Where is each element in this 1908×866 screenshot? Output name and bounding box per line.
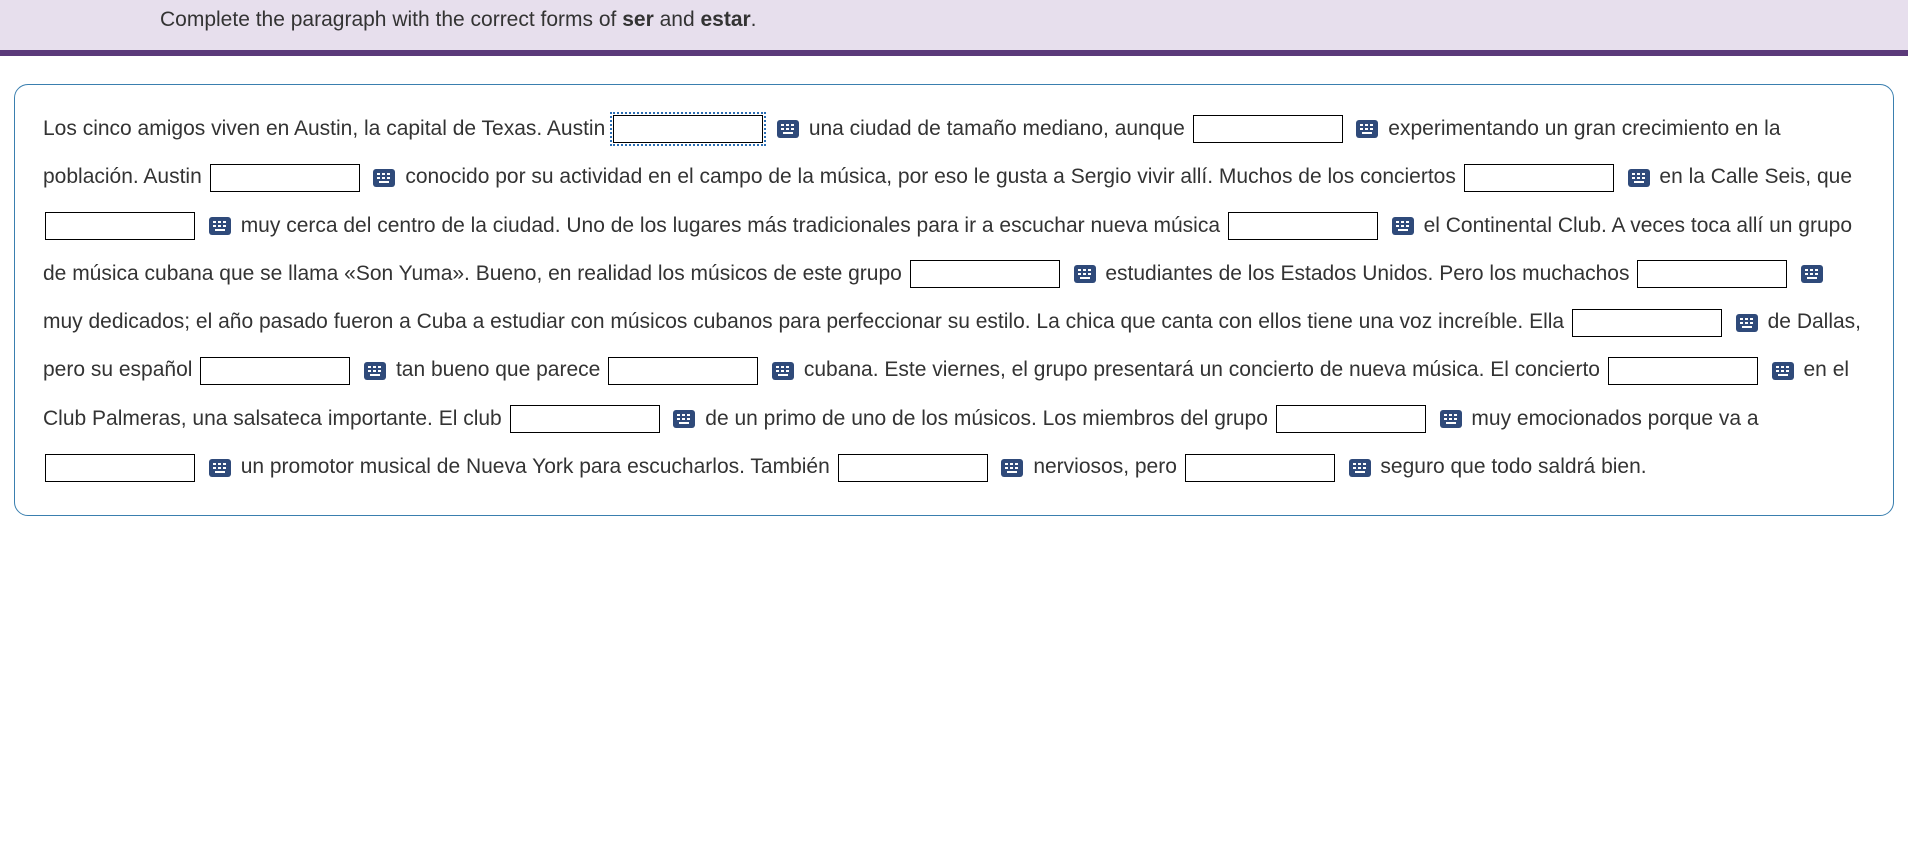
text-segment: muy cerca del centro de la ciudad. Uno d…: [241, 214, 1226, 237]
keyboard-icon[interactable]: [209, 459, 231, 477]
text-segment: Los cinco amigos viven en Austin, la cap…: [43, 117, 605, 140]
keyboard-icon[interactable]: [364, 362, 386, 380]
keyboard-icon[interactable]: [1349, 459, 1371, 477]
text-segment: nerviosos, pero: [1033, 455, 1182, 478]
keyboard-icon[interactable]: [1440, 410, 1462, 428]
text-segment: en la Calle Seis, que: [1659, 165, 1852, 188]
content-wrap: Los cinco amigos viven en Austin, la cap…: [0, 56, 1908, 536]
instruction-mid: and: [654, 8, 701, 31]
keyboard-icon[interactable]: [1628, 169, 1650, 187]
blank-input-1[interactable]: [613, 115, 763, 143]
instruction-bar: Complete the paragraph with the correct …: [0, 0, 1908, 56]
blank-input-11[interactable]: [608, 357, 758, 385]
keyboard-icon[interactable]: [1001, 459, 1023, 477]
text-segment: seguro que todo saldrá bien.: [1380, 455, 1646, 478]
blank-input-16[interactable]: [838, 454, 988, 482]
instruction-term2: estar: [700, 8, 750, 31]
keyboard-icon[interactable]: [777, 120, 799, 138]
instruction-prefix: Complete the paragraph with the correct …: [160, 8, 622, 31]
keyboard-icon[interactable]: [373, 169, 395, 187]
keyboard-icon[interactable]: [1801, 265, 1823, 283]
blank-input-9[interactable]: [1572, 309, 1722, 337]
keyboard-icon[interactable]: [673, 410, 695, 428]
keyboard-icon[interactable]: [1392, 217, 1414, 235]
blank-input-4[interactable]: [1464, 164, 1614, 192]
exercise-paragraph: Los cinco amigos viven en Austin, la cap…: [14, 84, 1894, 516]
blank-input-10[interactable]: [200, 357, 350, 385]
blank-input-8[interactable]: [1637, 260, 1787, 288]
blank-input-5[interactable]: [45, 212, 195, 240]
text-segment: de un primo de uno de los músicos. Los m…: [705, 407, 1273, 430]
keyboard-icon[interactable]: [1772, 362, 1794, 380]
keyboard-icon[interactable]: [209, 217, 231, 235]
text-segment: conocido por su actividad en el campo de…: [405, 165, 1461, 188]
text-segment: una ciudad de tamaño mediano, aunque: [809, 117, 1191, 140]
blank-input-6[interactable]: [1228, 212, 1378, 240]
instruction-term1: ser: [622, 8, 654, 31]
blank-input-14[interactable]: [1276, 405, 1426, 433]
blank-input-13[interactable]: [510, 405, 660, 433]
blank-input-12[interactable]: [1608, 357, 1758, 385]
keyboard-icon[interactable]: [1356, 120, 1378, 138]
blank-input-2[interactable]: [1193, 115, 1343, 143]
blank-input-7[interactable]: [910, 260, 1060, 288]
instruction-suffix: .: [751, 8, 757, 31]
keyboard-icon[interactable]: [1074, 265, 1096, 283]
keyboard-icon[interactable]: [772, 362, 794, 380]
blank-input-15[interactable]: [45, 454, 195, 482]
blank-input-3[interactable]: [210, 164, 360, 192]
keyboard-icon[interactable]: [1736, 314, 1758, 332]
text-segment: cubana. Este viernes, el grupo presentar…: [804, 358, 1606, 381]
text-segment: estudiantes de los Estados Unidos. Pero …: [1105, 262, 1635, 285]
blank-input-17[interactable]: [1185, 454, 1335, 482]
text-segment: muy emocionados porque va a: [1471, 407, 1758, 430]
text-segment: tan bueno que parece: [396, 358, 606, 381]
text-segment: un promotor musical de Nueva York para e…: [241, 455, 836, 478]
instruction-text: Complete the paragraph with the correct …: [160, 8, 757, 31]
text-segment: muy dedicados; el año pasado fueron a Cu…: [43, 310, 1570, 333]
